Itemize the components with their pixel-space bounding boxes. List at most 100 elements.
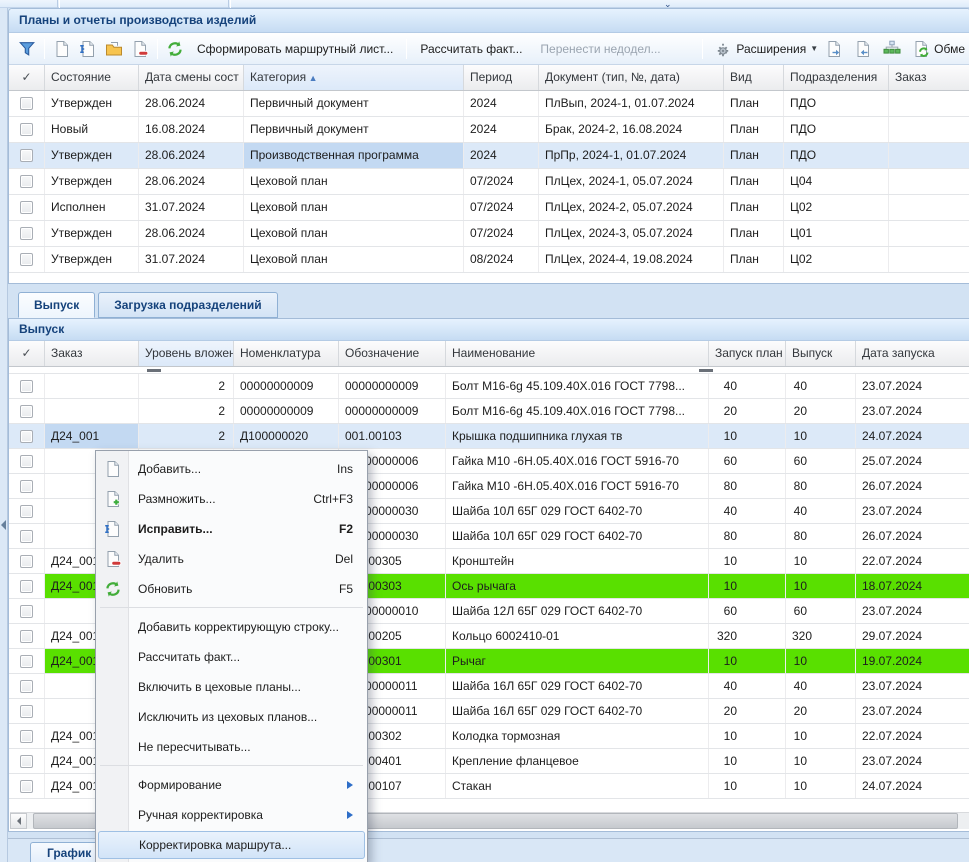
menu-item[interactable]: Включить в цеховые планы... bbox=[98, 672, 365, 702]
menu-item-label: Исключить из цеховых планов... bbox=[138, 710, 353, 724]
column-header-order[interactable]: Заказ bbox=[45, 341, 139, 366]
column-header-level[interactable]: Уровень вложен bbox=[139, 341, 234, 366]
row-checkbox[interactable] bbox=[20, 505, 33, 518]
row-checkbox[interactable] bbox=[20, 175, 33, 188]
column-header-launch_plan[interactable]: Запуск план bbox=[709, 341, 786, 366]
menu-item[interactable]: Формирование bbox=[98, 770, 365, 800]
extensions-button[interactable]: Расширения ▼ bbox=[710, 37, 818, 61]
column-header-division[interactable]: Подразделения bbox=[784, 65, 889, 90]
column-header-order[interactable]: Заказ bbox=[889, 65, 969, 90]
plans-table-row[interactable]: Утвержден28.06.2024Производственная прог… bbox=[9, 143, 969, 169]
launch_date-cell: 29.07.2024 bbox=[856, 624, 969, 648]
add-button[interactable] bbox=[49, 37, 75, 61]
menu-item[interactable]: Исключить из цеховых планов... bbox=[98, 702, 365, 732]
edit-button[interactable] bbox=[75, 37, 101, 61]
plans-table-row[interactable]: Утвержден28.06.2024Цеховой план07/2024Пл… bbox=[9, 169, 969, 195]
output-cell: 10 bbox=[786, 724, 856, 748]
row-checkbox[interactable] bbox=[20, 480, 33, 493]
tab-inactive[interactable]: Загрузка подразделений bbox=[98, 292, 277, 318]
launch_date-cell: 23.07.2024 bbox=[856, 399, 969, 423]
delete-button[interactable] bbox=[127, 37, 153, 61]
doc-cell: ПлЦех, 2024-4, 19.08.2024 bbox=[539, 247, 724, 272]
row-checkbox[interactable] bbox=[20, 253, 33, 266]
filter-button[interactable] bbox=[14, 37, 40, 61]
row-checkbox[interactable] bbox=[20, 755, 33, 768]
menu-item[interactable]: Добавить корректирующую строку... bbox=[98, 612, 365, 642]
row-checkbox[interactable] bbox=[20, 201, 33, 214]
column-header-designation[interactable]: Обозначение bbox=[339, 341, 446, 366]
collapse-left-icon[interactable] bbox=[1, 520, 6, 530]
copy-button[interactable] bbox=[101, 37, 127, 61]
category-cell: Цеховой план bbox=[244, 247, 464, 272]
column-header-check[interactable]: ✓ bbox=[9, 341, 45, 366]
plans-table-row[interactable]: Утвержден28.06.2024Цеховой план07/2024Пл… bbox=[9, 221, 969, 247]
output-table-row[interactable]: Д24_0012Д100000020001.00103Крышка подшип… bbox=[9, 424, 969, 449]
export-button[interactable] bbox=[821, 37, 847, 61]
output-table-row[interactable]: 20000000000900000000009Болт М16-6g 45.10… bbox=[9, 399, 969, 424]
menu-item[interactable]: Рассчитать факт... bbox=[98, 642, 365, 672]
menu-item[interactable]: Исправить...F2 bbox=[98, 514, 365, 544]
date-cell: 31.07.2024 bbox=[139, 195, 244, 220]
menu-item[interactable]: Не пересчитывать... bbox=[98, 732, 365, 762]
row-checkbox[interactable] bbox=[20, 530, 33, 543]
output-table-row[interactable]: 20000000000900000000009Болт М16-6g 45.10… bbox=[9, 374, 969, 399]
row-checkbox[interactable] bbox=[20, 149, 33, 162]
row-checkbox[interactable] bbox=[20, 97, 33, 110]
left-splitter[interactable] bbox=[0, 8, 8, 862]
name-cell: Рычаг bbox=[446, 649, 709, 673]
row-checkbox[interactable] bbox=[20, 680, 33, 693]
calc-fact-button[interactable]: Рассчитать факт... bbox=[411, 38, 531, 60]
menu-item[interactable]: Корректировка маршрута... bbox=[98, 831, 365, 859]
column-header-nomenclature[interactable]: Номенклатура bbox=[234, 341, 339, 366]
row-checkbox[interactable] bbox=[20, 780, 33, 793]
toolbar-separator bbox=[157, 39, 158, 59]
menu-item[interactable]: ОбновитьF5 bbox=[98, 574, 365, 604]
exchange-button[interactable]: Обме bbox=[908, 37, 965, 61]
menu-item[interactable]: Ручная корректировка bbox=[98, 800, 365, 830]
form-route-sheet-button[interactable]: Сформировать маршрутный лист... bbox=[188, 38, 402, 60]
row-checkbox[interactable] bbox=[20, 655, 33, 668]
refresh-button[interactable] bbox=[162, 37, 188, 61]
period-cell: 07/2024 bbox=[464, 169, 539, 194]
row-checkbox[interactable] bbox=[20, 605, 33, 618]
plans-table-row[interactable]: Исполнен31.07.2024Цеховой план07/2024ПлЦ… bbox=[9, 195, 969, 221]
menu-item[interactable]: Добавить...Ins bbox=[98, 454, 365, 484]
column-header-period[interactable]: Период bbox=[464, 65, 539, 90]
row-checkbox[interactable] bbox=[20, 630, 33, 643]
plans-table-row[interactable]: Утвержден28.06.2024Первичный документ202… bbox=[9, 91, 969, 117]
plans-table-row[interactable]: Утвержден31.07.2024Цеховой план08/2024Пл… bbox=[9, 247, 969, 273]
name-cell: Болт М16-6g 45.109.40X.016 ГОСТ 7798... bbox=[446, 399, 709, 423]
output-cell: 80 bbox=[786, 524, 856, 548]
column-header-launch_date[interactable]: Дата запуска bbox=[856, 341, 969, 366]
row-checkbox[interactable] bbox=[20, 405, 33, 418]
column-label: Наименование bbox=[452, 346, 535, 360]
column-header-output[interactable]: Выпуск bbox=[786, 341, 856, 366]
column-header-doc[interactable]: Документ (тип, №, дата) bbox=[539, 65, 724, 90]
column-header-category[interactable]: Категория ▲ bbox=[244, 65, 464, 90]
column-header-check[interactable]: ✓ bbox=[9, 65, 45, 90]
org-tree-button[interactable] bbox=[879, 37, 905, 61]
menu-item-label: Размножить... bbox=[138, 492, 305, 506]
row-checkbox[interactable] bbox=[20, 227, 33, 240]
row-checkbox[interactable] bbox=[20, 555, 33, 568]
plans-table-row[interactable]: Новый16.08.2024Первичный документ2024Бра… bbox=[9, 117, 969, 143]
column-header-name[interactable]: Наименование bbox=[446, 341, 709, 366]
import-button[interactable] bbox=[850, 37, 876, 61]
menu-item[interactable]: Размножить...Ctrl+F3 bbox=[98, 484, 365, 514]
row-checkbox[interactable] bbox=[20, 123, 33, 136]
tab-active[interactable]: Выпуск bbox=[18, 292, 95, 318]
menu-item[interactable]: УдалитьDel bbox=[98, 544, 365, 574]
row-checkbox[interactable] bbox=[20, 430, 33, 443]
row-checkbox[interactable] bbox=[20, 705, 33, 718]
column-header-date[interactable]: Дата смены сост bbox=[139, 65, 244, 90]
row-select-cell bbox=[9, 374, 45, 398]
category-cell: Цеховой план bbox=[244, 195, 464, 220]
row-checkbox[interactable] bbox=[20, 380, 33, 393]
row-checkbox[interactable] bbox=[20, 580, 33, 593]
column-header-state[interactable]: Состояние bbox=[45, 65, 139, 90]
row-checkbox[interactable] bbox=[20, 455, 33, 468]
row-checkbox[interactable] bbox=[20, 730, 33, 743]
launch_plan-cell: 10 bbox=[709, 549, 786, 573]
scroll-left-button[interactable] bbox=[10, 813, 27, 829]
column-header-kind[interactable]: Вид bbox=[724, 65, 784, 90]
